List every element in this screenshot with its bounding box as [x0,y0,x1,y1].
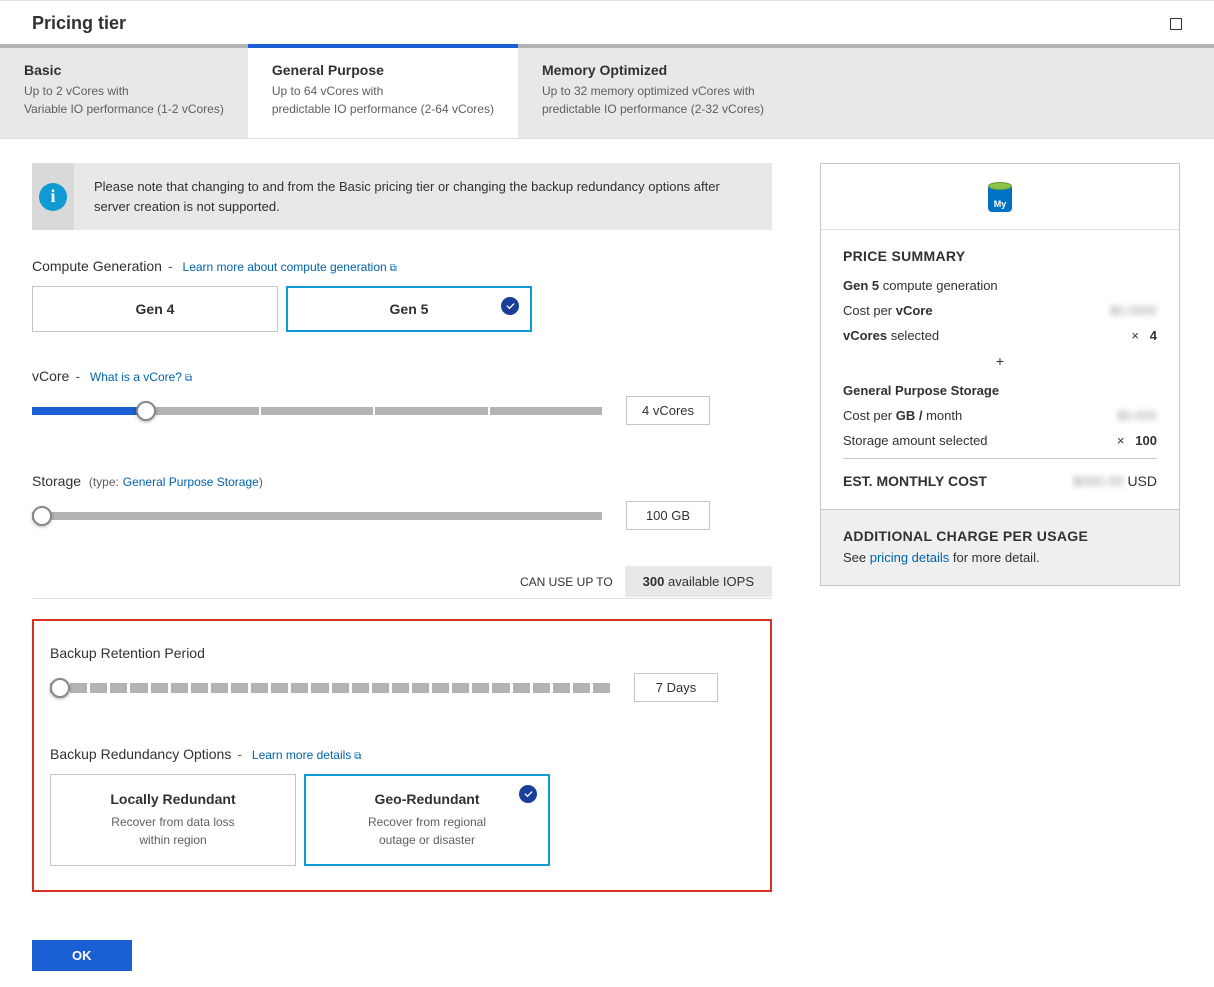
storage-label: Storage (type: General Purpose Storage) [32,473,772,489]
tab-memory-optimized[interactable]: Memory Optimized Up to 32 memory optimiz… [518,48,788,138]
iops-note: CAN USE UP TO 300 available IOPS [32,566,772,599]
tab-sub: Variable IO performance (1-2 vCores) [24,100,224,118]
backup-redundancy-label: Backup Redundancy Options- Learn more de… [50,746,754,762]
cost-per-gb-value: $0.000 [1117,408,1157,423]
price-summary-title: PRICE SUMMARY [843,248,1157,264]
check-icon [519,785,537,803]
vcore-value: 4 vCores [626,396,710,425]
pricing-details-link[interactable]: pricing details [870,550,950,565]
gen5-option[interactable]: Gen 5 [286,286,532,332]
storage-value: 100 GB [626,501,710,530]
slider-thumb[interactable] [50,678,70,698]
info-banner: i Please note that changing to and from … [32,163,772,230]
storage-type-link[interactable]: General Purpose Storage [123,475,259,489]
geo-redundant-option[interactable]: Geo-Redundant Recover from regional outa… [304,774,550,866]
mysql-icon: My [986,182,1014,212]
vcore-label: vCore- What is a vCore?⧉ [32,368,772,384]
learn-more-compute-link[interactable]: Learn more about compute generation⧉ [183,260,397,274]
backup-retention-label: Backup Retention Period [50,645,754,661]
external-link-icon: ⧉ [354,751,361,762]
info-icon: i [39,183,67,211]
tab-title: Basic [24,62,224,78]
compute-generation-label: Compute Generation- Learn more about com… [32,258,772,274]
slider-thumb[interactable] [136,401,156,421]
storage-slider[interactable] [32,512,602,520]
ok-button[interactable]: OK [32,940,132,971]
maximize-icon[interactable] [1170,18,1182,30]
vcore-help-link[interactable]: What is a vCore?⧉ [90,370,192,384]
info-text: Please note that changing to and from th… [74,163,772,230]
tab-sub: predictable IO performance (2-32 vCores) [542,100,764,118]
cost-per-vcore-value: $0.0000 [1110,303,1157,318]
tab-sub: predictable IO performance (2-64 vCores) [272,100,494,118]
slider-thumb[interactable] [32,506,52,526]
tab-sub: Up to 32 memory optimized vCores with [542,82,764,100]
retention-slider[interactable] [50,683,610,693]
backup-highlight-box: Backup Retention Period 7 Days Backup Re… [32,619,772,892]
tab-general-purpose[interactable]: General Purpose Up to 64 vCores with pre… [248,48,518,138]
retention-value: 7 Days [634,673,718,702]
tab-sub: Up to 2 vCores with [24,82,224,100]
tab-title: General Purpose [272,62,494,78]
est-cost-value: $000.00 [1073,473,1124,489]
pricing-tier-tabs: Basic Up to 2 vCores with Variable IO pe… [0,48,1214,139]
learn-more-redundancy-link[interactable]: Learn more details⧉ [252,748,362,762]
vcore-slider[interactable] [32,407,602,415]
external-link-icon: ⧉ [185,373,192,384]
check-icon [501,297,519,315]
additional-charge-title: ADDITIONAL CHARGE PER USAGE [843,528,1157,544]
locally-redundant-option[interactable]: Locally Redundant Recover from data loss… [50,774,296,866]
tab-sub: Up to 64 vCores with [272,82,494,100]
page-title: Pricing tier [32,13,126,34]
price-summary-card: My PRICE SUMMARY Gen 5 compute generatio… [820,163,1180,586]
tab-basic[interactable]: Basic Up to 2 vCores with Variable IO pe… [0,48,248,138]
gen4-option[interactable]: Gen 4 [32,286,278,332]
external-link-icon: ⧉ [390,263,397,274]
tab-title: Memory Optimized [542,62,764,78]
